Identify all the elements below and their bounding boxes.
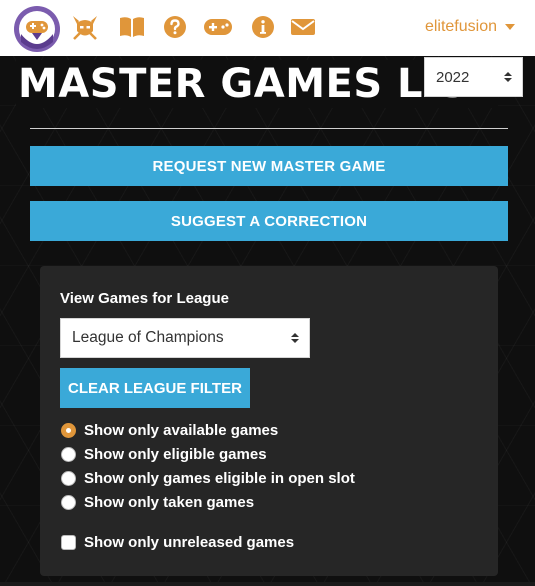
footer-edge — [0, 582, 535, 586]
suggest-correction-button[interactable]: SUGGEST A CORRECTION — [30, 201, 508, 241]
radio-taken-games[interactable]: Show only taken games — [61, 492, 254, 512]
radio-button[interactable] — [61, 494, 76, 510]
chevron-down-icon — [505, 24, 515, 30]
top-navbar: elitefusion — [0, 0, 535, 56]
checkbox-label: Show only unreleased games — [84, 533, 295, 551]
select-arrows-icon — [504, 72, 512, 82]
gamepad-icon[interactable] — [203, 12, 233, 42]
league-select[interactable]: League of Champions — [60, 318, 310, 358]
radio-button[interactable] — [61, 446, 76, 462]
league-filter-panel: View Games for League League of Champion… — [40, 266, 498, 576]
checkbox[interactable] — [61, 534, 76, 550]
radio-button[interactable] — [61, 470, 76, 486]
divider — [30, 128, 508, 129]
info-icon[interactable] — [248, 12, 278, 42]
league-select-value: League of Champions — [72, 329, 224, 346]
checkbox-unreleased-games[interactable]: Show only unreleased games — [61, 532, 294, 552]
envelope-icon[interactable] — [288, 12, 318, 42]
radio-label: Show only games eligible in open slot — [84, 469, 355, 487]
radio-label: Show only available games — [84, 421, 279, 439]
radio-label: Show only eligible games — [84, 445, 267, 463]
user-menu[interactable]: elitefusion — [425, 18, 515, 36]
year-select-value: 2022 — [436, 68, 470, 86]
username-label: elitefusion — [424, 18, 497, 35]
select-arrows-icon — [291, 333, 299, 343]
question-icon[interactable] — [160, 12, 190, 42]
year-select[interactable]: 2022 — [424, 57, 523, 97]
radio-available-games[interactable]: Show only available games — [61, 420, 278, 440]
radio-label: Show only taken games — [84, 493, 255, 511]
book-icon[interactable] — [117, 12, 147, 42]
request-new-master-game-button[interactable]: REQUEST NEW MASTER GAME — [30, 146, 508, 186]
clear-league-filter-button[interactable]: CLEAR LEAGUE FILTER — [60, 368, 250, 408]
radio-eligible-open-slot[interactable]: Show only games eligible in open slot — [61, 468, 355, 488]
radio-button[interactable] — [61, 422, 76, 438]
league-filter-label: View Games for League — [60, 290, 229, 307]
helmet-icon[interactable] — [70, 12, 100, 42]
radio-eligible-games[interactable]: Show only eligible games — [61, 444, 267, 464]
site-logo[interactable] — [12, 4, 62, 54]
